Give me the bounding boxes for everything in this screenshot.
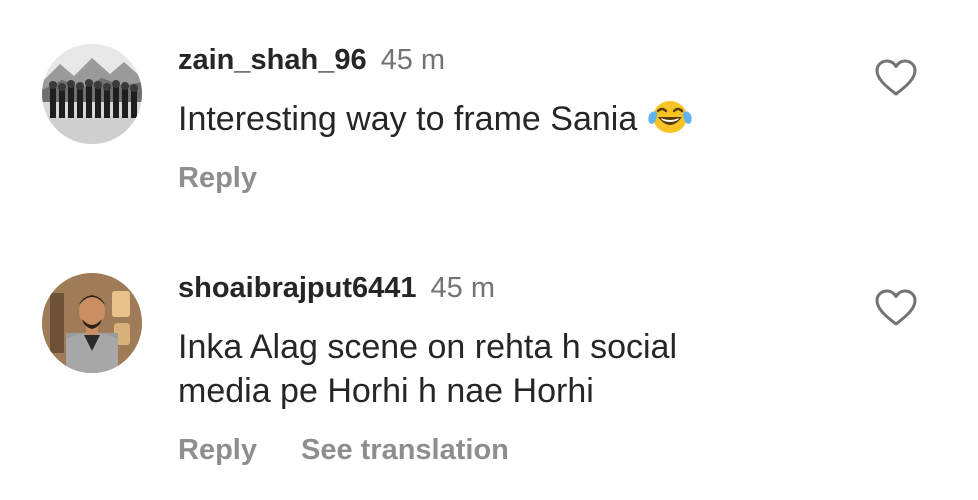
- reply-button[interactable]: Reply: [178, 162, 257, 194]
- timestamp: 45 m: [380, 44, 446, 76]
- comment-actions: Reply See translation: [178, 432, 553, 468]
- avatar[interactable]: [42, 44, 142, 144]
- comment-meta: shoaibrajput6441 45 m: [178, 270, 495, 306]
- comment-text-body: Interesting way to frame Sania: [178, 100, 638, 138]
- comment-item: shoaibrajput6441 45 m Inka Alag scene on …: [0, 240, 978, 500]
- avatar[interactable]: [42, 273, 142, 373]
- reply-button[interactable]: Reply: [178, 434, 257, 466]
- comment-actions: Reply: [178, 160, 301, 196]
- comment-text-line: media pe Horhi h nae Horhi: [178, 372, 594, 410]
- comment-item: zain_shah_96 45 m Interesting way to fram…: [0, 0, 978, 240]
- comment-text: Inka Alag scene on rehta h social media …: [178, 325, 818, 413]
- heart-outline-icon[interactable]: [874, 58, 918, 98]
- username[interactable]: zain_shah_96: [178, 44, 367, 76]
- see-translation-button[interactable]: See translation: [301, 434, 509, 466]
- heart-outline-icon[interactable]: [874, 288, 918, 328]
- avatar-photo: [42, 273, 142, 373]
- face-with-tears-of-joy-icon: [647, 96, 693, 147]
- avatar-photo: [42, 44, 142, 144]
- comment-text: Interesting way to frame Sania: [178, 96, 818, 147]
- username[interactable]: shoaibrajput6441: [178, 272, 417, 304]
- comment-text-line: Inka Alag scene on rehta h social: [178, 328, 677, 366]
- comment-meta: zain_shah_96 45 m: [178, 42, 445, 78]
- timestamp: 45 m: [430, 272, 496, 304]
